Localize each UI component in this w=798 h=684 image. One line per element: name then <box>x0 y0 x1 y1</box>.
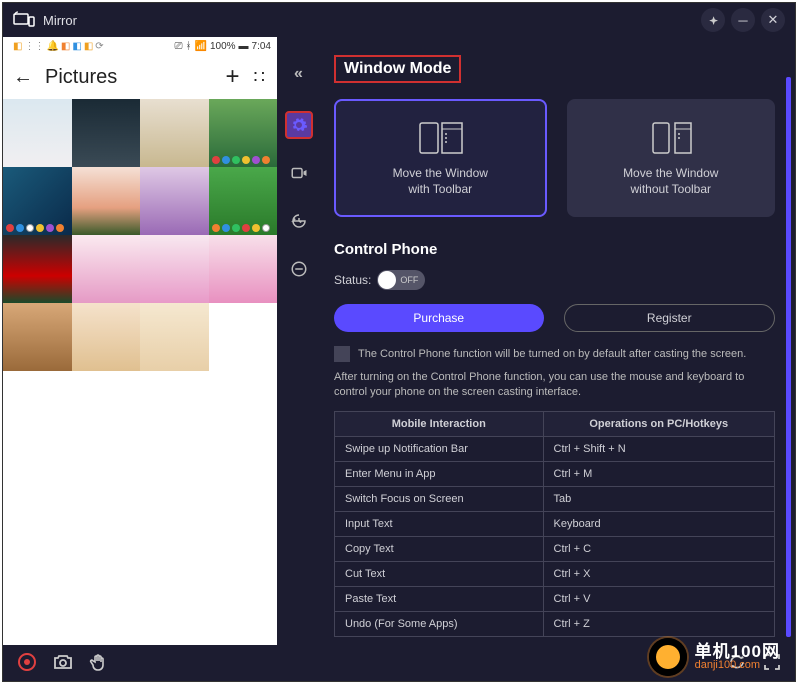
history-icon[interactable] <box>285 207 313 235</box>
close-button[interactable]: ✕ <box>761 8 785 32</box>
status-icon: ⟳ <box>95 41 103 52</box>
signal-icon: 📶 <box>195 41 207 52</box>
photo-item[interactable] <box>209 99 278 167</box>
control-phone-toggle[interactable]: OFF <box>377 270 425 290</box>
checkbox-label: The Control Phone function will be turne… <box>358 348 746 360</box>
content-panel: Window Mode Move the Windowwith Toolbar … <box>320 37 795 647</box>
collapse-icon[interactable]: « <box>294 65 303 83</box>
default-on-checkbox[interactable] <box>334 346 350 362</box>
purchase-button[interactable]: Purchase <box>334 304 544 332</box>
phone-statusbar: ◧ ⋮⋮ 🔔 ◧ ◧ ◧ ⟳ ⎚ ᚼ 📶 100% ▬ 7:04 <box>3 37 277 55</box>
photo-grid <box>3 99 277 371</box>
status-icon: 🔔 <box>46 41 58 52</box>
status-icon: ◧ <box>13 41 22 52</box>
photo-item[interactable] <box>140 167 209 235</box>
photo-item[interactable] <box>209 167 278 235</box>
mode-with-toolbar[interactable]: Move the Window with Toolbar <box>334 99 547 217</box>
content-scrollbar[interactable] <box>786 77 791 637</box>
camera-icon[interactable] <box>53 653 73 671</box>
photo-item[interactable] <box>140 99 209 167</box>
app-title: Mirror <box>43 13 77 28</box>
photo-item[interactable] <box>3 167 72 235</box>
photo-item[interactable] <box>140 235 209 303</box>
control-phone-heading: Control Phone <box>334 241 775 258</box>
add-icon[interactable]: + <box>226 63 240 91</box>
mode-label: Move the Window <box>623 166 718 180</box>
back-icon[interactable]: ← <box>13 66 33 89</box>
status-label: Status: <box>334 273 371 287</box>
window-mode-heading: Window Mode <box>334 55 461 83</box>
photo-item[interactable] <box>3 303 72 371</box>
status-icon: ⎚ <box>175 41 183 52</box>
table-row: Copy TextCtrl + C <box>335 536 775 561</box>
photo-item[interactable] <box>209 235 278 303</box>
mode-label: with Toolbar <box>408 182 472 196</box>
photo-item[interactable] <box>72 303 141 371</box>
battery-icon: ▬ <box>239 41 249 52</box>
side-toolstrip: « <box>277 37 320 647</box>
main-area: ◧ ⋮⋮ 🔔 ◧ ◧ ◧ ⟳ ⎚ ᚼ 📶 100% ▬ 7:04 ← Pictu… <box>3 37 795 647</box>
minimize-button[interactable]: ─ <box>731 8 755 32</box>
table-row: Enter Menu in AppCtrl + M <box>335 461 775 486</box>
hotkey-table: Mobile Interaction Operations on PC/Hotk… <box>334 411 775 637</box>
photo-item[interactable] <box>3 235 72 303</box>
record-icon[interactable] <box>285 159 313 187</box>
battery-text: 100% <box>210 41 236 52</box>
register-button[interactable]: Register <box>564 304 776 332</box>
time-text: 7:04 <box>252 41 271 52</box>
photo-item[interactable] <box>72 235 141 303</box>
table-row: Undo (For Some Apps)Ctrl + Z <box>335 611 775 636</box>
photo-item[interactable] <box>140 303 209 371</box>
table-row: Cut TextCtrl + X <box>335 561 775 586</box>
status-icon: ᚼ <box>186 41 192 52</box>
app-window: Mirror ─ ✕ ◧ ⋮⋮ 🔔 ◧ ◧ ◧ ⟳ ⎚ ᚼ 📶 100% <box>2 2 796 682</box>
table-header: Mobile Interaction <box>335 411 544 436</box>
status-icon: ◧ <box>84 41 93 52</box>
photo-item[interactable] <box>3 99 72 167</box>
phone-header: ← Pictures + ∷ <box>3 55 277 99</box>
pin-button[interactable] <box>701 8 725 32</box>
table-header: Operations on PC/Hotkeys <box>543 411 775 436</box>
mode-label: without Toolbar <box>631 182 712 196</box>
hand-icon[interactable] <box>89 652 109 672</box>
control-note: After turning on the Control Phone funct… <box>334 370 775 401</box>
status-icon: ⋮⋮ <box>24 41 44 52</box>
minus-circle-icon[interactable] <box>285 255 313 283</box>
table-row: Paste TextCtrl + V <box>335 586 775 611</box>
bottom-bar <box>3 645 795 679</box>
phone-screen-title: Pictures <box>45 66 226 89</box>
grid-toggle-icon[interactable]: ∷ <box>254 67 267 88</box>
toggle-state: OFF <box>400 275 418 285</box>
table-row: Input TextKeyboard <box>335 511 775 536</box>
table-row: Switch Focus on ScreenTab <box>335 486 775 511</box>
status-icon: ◧ <box>61 41 70 52</box>
mode-label: Move the Window <box>393 166 488 180</box>
status-icon: ◧ <box>72 41 81 52</box>
photo-item[interactable] <box>72 167 141 235</box>
phone-mirror: ◧ ⋮⋮ 🔔 ◧ ◧ ◧ ⟳ ⎚ ᚼ 📶 100% ▬ 7:04 ← Pictu… <box>3 37 277 647</box>
fullscreen-icon[interactable] <box>763 653 781 671</box>
record-circle-icon[interactable] <box>17 652 37 672</box>
titlebar: Mirror ─ ✕ <box>3 3 795 37</box>
rotate-icon[interactable] <box>727 652 747 672</box>
app-logo-icon <box>13 9 35 31</box>
mode-without-toolbar[interactable]: Move the Window without Toolbar <box>567 99 776 217</box>
photo-item[interactable] <box>72 99 141 167</box>
table-row: Swipe up Notification BarCtrl + Shift + … <box>335 436 775 461</box>
settings-gear-icon[interactable] <box>285 111 313 139</box>
